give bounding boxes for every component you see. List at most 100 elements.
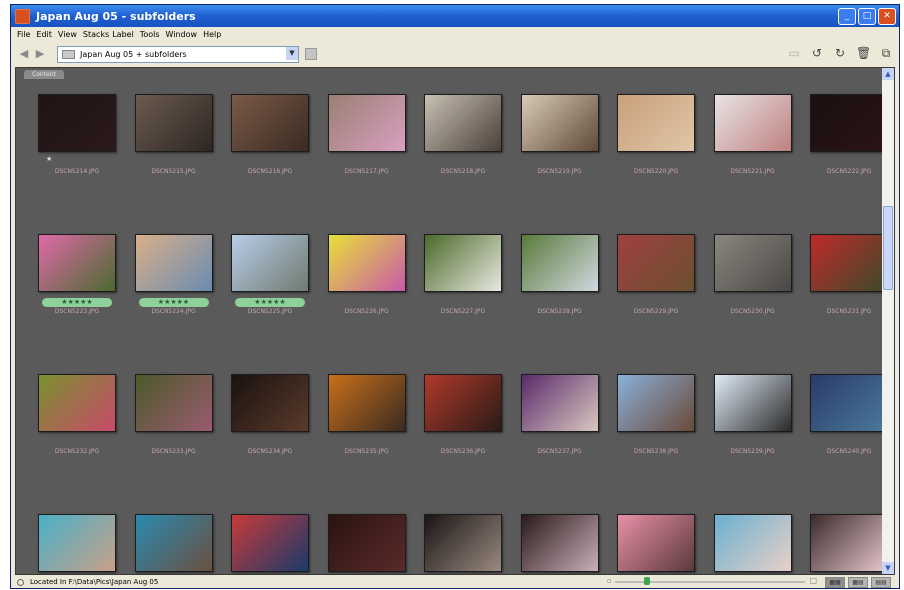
thumbnail-image[interactable] — [424, 514, 502, 572]
content-tab[interactable]: Content — [24, 70, 64, 79]
view-filmstrip-button[interactable]: ▦▤ — [848, 577, 868, 588]
thumbnail-image[interactable] — [327, 94, 406, 152]
info-icon — [17, 578, 24, 586]
thumbnail-image[interactable] — [231, 234, 309, 292]
toolbar: ◀ ▶ Japan Aug 05 + subfolders ▼ ▭ ↺ ↻ 🗑 … — [11, 42, 899, 66]
compact-mode-icon[interactable]: ⧉ — [879, 46, 893, 60]
menu-label[interactable]: Label — [112, 30, 134, 39]
small-thumb-icon[interactable]: ▫ — [607, 577, 612, 585]
rating-badge[interactable]: ★★★★★ — [138, 298, 209, 307]
thumbnail-image[interactable] — [231, 94, 309, 152]
thumbnail-filename: DSCN5223.JPG — [54, 308, 100, 315]
thumbnail-image[interactable] — [520, 514, 599, 572]
path-dropdown[interactable]: Japan Aug 05 + subfolders ▼ — [57, 45, 299, 63]
large-thumb-icon[interactable]: □ — [809, 576, 817, 585]
vertical-scrollbar[interactable]: ▲ ▼ — [882, 68, 894, 574]
go-up-folder-button[interactable] — [305, 48, 317, 60]
thumbnail-filename: DSCN5224.JPG — [151, 308, 196, 315]
rating-badge[interactable]: ★★★★★ — [235, 298, 305, 307]
menu-window[interactable]: Window — [166, 30, 198, 39]
minimize-button[interactable]: _ — [838, 8, 856, 25]
close-button[interactable]: ✕ — [878, 8, 896, 25]
slider-knob[interactable] — [643, 577, 650, 585]
thumbnail-image[interactable] — [231, 374, 309, 432]
thumbnail-image[interactable] — [520, 94, 599, 152]
thumbnail-image[interactable] — [327, 234, 406, 292]
thumbnail-filename: DSCN5243.JPG — [221, 588, 319, 589]
thumbnail-filename: DSCN5218.JPG — [440, 168, 486, 175]
thumbnail-image[interactable] — [231, 514, 309, 572]
title-bar[interactable]: Japan Aug 05 - subfolders _ □ ✕ — [11, 5, 899, 27]
thumbnail-image[interactable] — [38, 514, 116, 572]
thumbnail-image[interactable] — [327, 514, 406, 572]
folder-icon — [62, 49, 75, 59]
thumbnail-filename: DSCN5239.JPG — [730, 448, 775, 455]
menu-help[interactable]: Help — [203, 30, 221, 39]
thumbnail-filename: DSCN5227.JPG — [440, 308, 486, 315]
thumbnail-image[interactable] — [713, 514, 792, 572]
thumbnail-image[interactable] — [713, 94, 792, 152]
maximize-button[interactable]: □ — [858, 8, 876, 25]
thumbnail-image[interactable] — [520, 234, 599, 292]
thumbnail-filename: DSCN5215.JPG — [151, 168, 196, 175]
view-details-button[interactable]: ▤▤ — [871, 577, 891, 588]
rotate-left-icon[interactable]: ↺ — [810, 46, 824, 60]
thumbnail-image[interactable] — [810, 374, 888, 432]
thumbnail-image[interactable] — [134, 234, 213, 292]
stack-icon[interactable]: ▭ — [787, 46, 801, 60]
thumbnail-filename: DSCN5235.JPG — [344, 448, 389, 455]
thumbnail-image[interactable] — [520, 374, 599, 432]
rating-badge[interactable]: ★★★★★ — [42, 298, 112, 307]
thumbnail-filename: DSCN5248.JPG — [704, 588, 802, 589]
thumbnail-image[interactable] — [134, 94, 213, 152]
thumbnail-image[interactable] — [424, 374, 502, 432]
view-thumbnails-button[interactable]: ▦▦ — [825, 577, 845, 588]
thumbnail-image[interactable] — [617, 514, 695, 572]
thumbnail-filename: DSCN5237.JPG — [537, 448, 582, 455]
thumbnail-image[interactable] — [713, 234, 792, 292]
scroll-thumb[interactable] — [883, 206, 893, 290]
menu-stacks[interactable]: Stacks — [83, 30, 109, 39]
thumbnail-image[interactable] — [38, 94, 116, 152]
thumbnail-image[interactable] — [810, 234, 888, 292]
thumbnail-filename: DSCN5236.JPG — [440, 448, 486, 455]
thumbnail-filename: DSCN5249.JPG — [800, 588, 898, 589]
thumbnail-image[interactable] — [810, 514, 888, 572]
scroll-down-icon[interactable]: ▼ — [882, 562, 894, 574]
thumbnail-image[interactable] — [134, 514, 213, 572]
thumbnail-filename: DSCN5233.JPG — [151, 448, 196, 455]
thumbnail-filename: DSCN5230.JPG — [730, 308, 775, 315]
thumbnail-size-slider[interactable]: ▫ □ — [607, 576, 817, 585]
thumbnail-image[interactable] — [134, 374, 213, 432]
thumbnail-filename: DSCN5221.JPG — [730, 168, 775, 175]
chevron-down-icon[interactable]: ▼ — [286, 46, 298, 60]
thumbnail-image[interactable] — [424, 234, 502, 292]
thumbnail-filename: DSCN5228.JPG — [537, 308, 582, 315]
thumbnail-image[interactable] — [424, 94, 502, 152]
back-arrow-icon[interactable]: ◀ — [17, 47, 31, 61]
status-bar: Located In F:\Data\Pics\Japan Aug 05 ▫ □… — [11, 575, 899, 588]
thumbnail-image[interactable] — [810, 94, 888, 152]
path-value: Japan Aug 05 + subfolders — [80, 49, 187, 59]
window-title: Japan Aug 05 - subfolders — [36, 9, 196, 23]
thumbnail-filename: DSCN5217.JPG — [344, 168, 389, 175]
scroll-up-icon[interactable]: ▲ — [882, 68, 894, 80]
status-text: Located In F:\Data\Pics\Japan Aug 05 — [30, 578, 159, 586]
forward-arrow-icon[interactable]: ▶ — [33, 47, 47, 61]
thumbnail-image[interactable] — [327, 374, 406, 432]
trash-icon[interactable]: 🗑 — [856, 46, 871, 60]
thumbnail-image[interactable] — [617, 374, 695, 432]
menu-tools[interactable]: Tools — [140, 30, 160, 39]
thumbnail-image[interactable] — [617, 234, 695, 292]
thumbnail-image[interactable] — [617, 94, 695, 152]
thumbnail-filename: DSCN5234.JPG — [247, 448, 293, 455]
menu-view[interactable]: View — [58, 30, 77, 39]
menu-file[interactable]: File — [17, 30, 30, 39]
thumbnail-image[interactable] — [713, 374, 792, 432]
rotate-right-icon[interactable]: ↻ — [833, 46, 847, 60]
thumbnail-image[interactable] — [38, 234, 116, 292]
thumbnail-filename: DSCN5220.JPG — [633, 168, 679, 175]
label-star-icon: ★ — [46, 155, 53, 163]
menu-edit[interactable]: Edit — [36, 30, 52, 39]
thumbnail-image[interactable] — [38, 374, 116, 432]
